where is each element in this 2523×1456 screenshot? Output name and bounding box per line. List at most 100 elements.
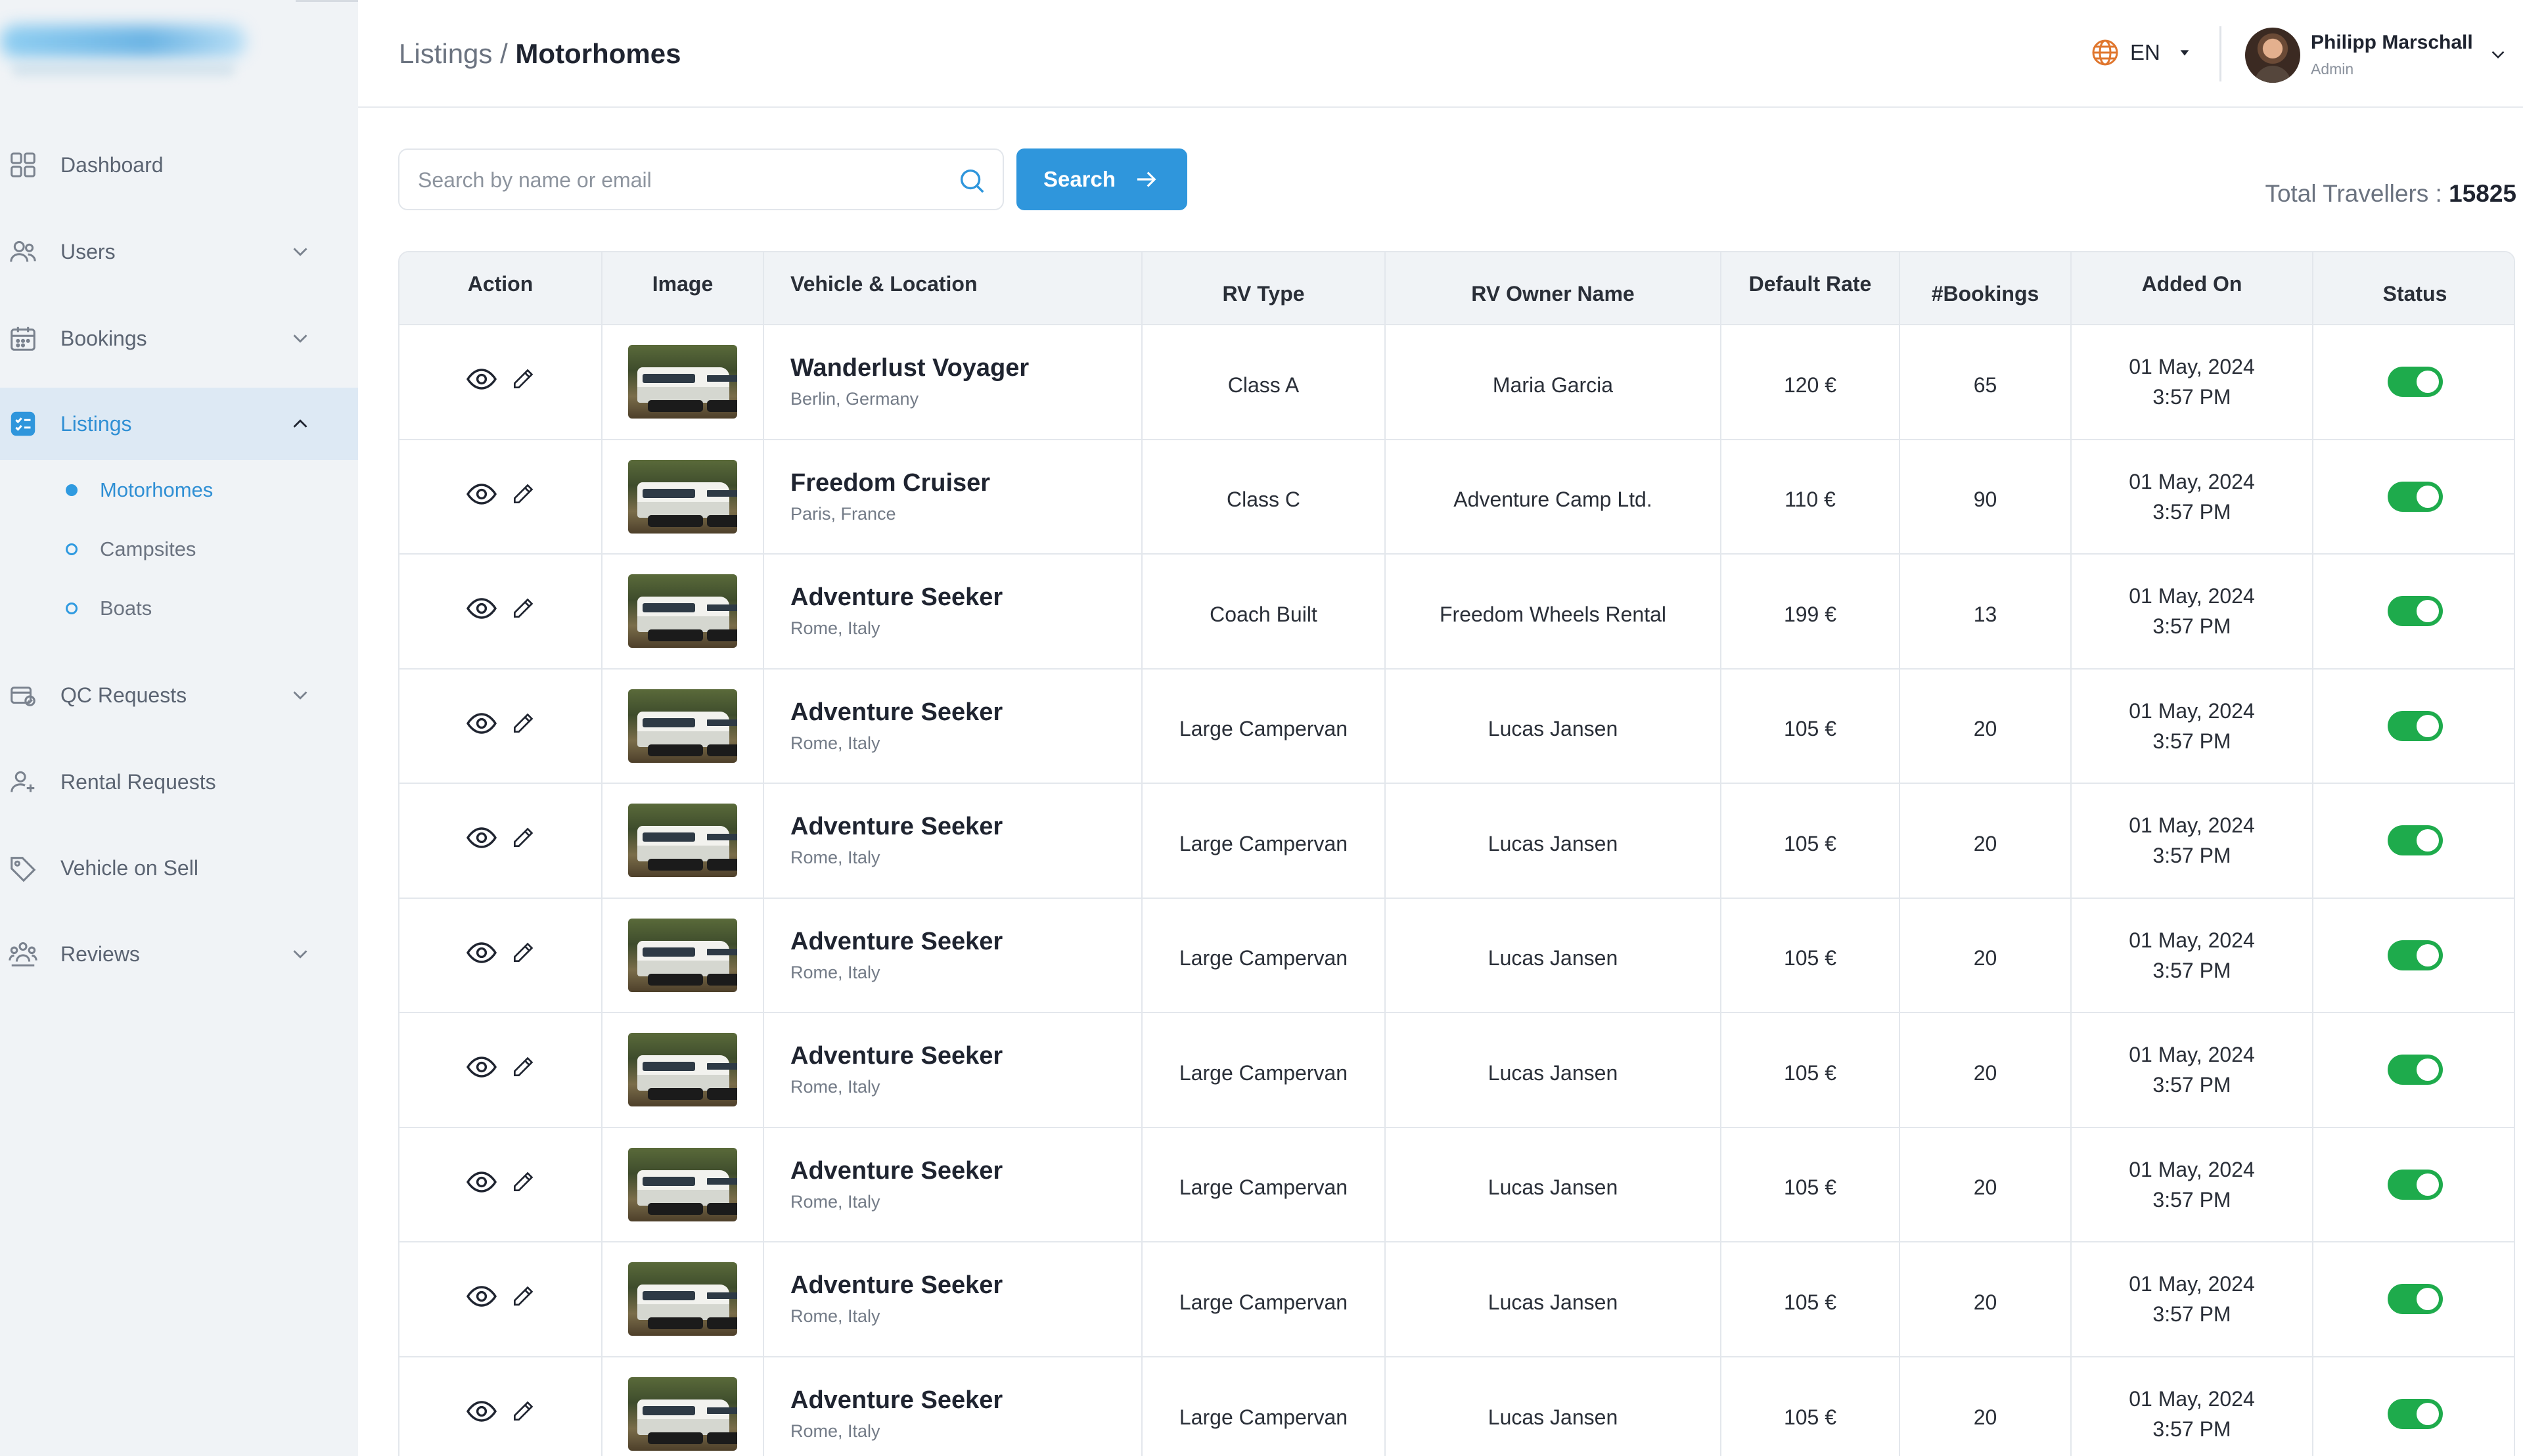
edit-icon[interactable] (511, 1399, 535, 1424)
image-cell (602, 324, 764, 440)
edit-icon[interactable] (511, 367, 535, 392)
chevron-down-icon[interactable] (288, 942, 313, 967)
chevron-down-icon[interactable] (288, 239, 313, 264)
vehicle-name[interactable]: Adventure Seeker (790, 813, 1141, 841)
view-icon[interactable] (466, 478, 497, 510)
chevron-up-icon[interactable] (288, 411, 313, 436)
view-icon[interactable] (466, 822, 497, 853)
vehicle-thumbnail[interactable] (628, 1033, 737, 1107)
vehicle-location-cell: Adventure Seeker Rome, Italy (763, 1126, 1143, 1242)
vehicle-name[interactable]: Adventure Seeker (790, 1042, 1141, 1070)
chevron-down-icon[interactable] (288, 326, 313, 351)
image-cell (602, 1355, 764, 1456)
status-toggle[interactable] (2387, 1169, 2443, 1200)
top-header: Listings / Motorhomes EN Philipp Marscha… (358, 0, 2523, 108)
added-on-cell: 01 May, 2024 3:57 PM (2071, 1012, 2313, 1127)
vehicle-name[interactable]: Adventure Seeker (790, 698, 1141, 727)
vehicle-name[interactable]: Wanderlust Voyager (790, 354, 1141, 382)
sidebar-subitem-boats[interactable]: Boats (66, 589, 152, 628)
sidebar-item-vehicle-on-sell[interactable]: Vehicle on Sell (0, 832, 358, 904)
view-icon[interactable] (466, 1396, 497, 1427)
vehicle-thumbnail[interactable] (628, 345, 737, 419)
status-toggle[interactable] (2387, 710, 2443, 741)
view-icon[interactable] (466, 363, 497, 395)
added-on-date: 01 May, 2024 (2129, 469, 2255, 493)
added-on-date: 01 May, 2024 (2129, 584, 2255, 608)
vehicle-thumbnail[interactable] (628, 689, 737, 763)
edit-icon[interactable] (511, 1055, 535, 1080)
rv-owner-cell: Freedom Wheels Rental (1385, 553, 1721, 669)
rv-owner-cell: Maria Garcia (1385, 324, 1721, 440)
sidebar-item-reviews[interactable]: Reviews (0, 918, 358, 990)
vehicle-thumbnail[interactable] (628, 918, 737, 992)
table-row: Adventure Seeker Rome, Italy Large Campe… (399, 668, 2514, 783)
sidebar-item-dashboard[interactable]: Dashboard (0, 129, 358, 201)
image-cell (602, 1126, 764, 1242)
vehicle-name[interactable]: Freedom Cruiser (790, 469, 1141, 497)
view-icon[interactable] (466, 1281, 497, 1312)
edit-icon[interactable] (511, 1170, 535, 1194)
language-selector[interactable]: EN (2089, 37, 2192, 68)
edit-icon[interactable] (511, 596, 535, 621)
brand-logo[interactable] (0, 25, 246, 58)
view-icon[interactable] (466, 1166, 497, 1198)
sidebar-item-qc-requests[interactable]: QC Requests (0, 659, 358, 731)
status-toggle[interactable] (2387, 481, 2443, 512)
default-rate-cell: 105 € (1721, 1012, 1900, 1127)
vehicle-thumbnail[interactable] (628, 1377, 737, 1451)
sidebar-item-rental-requests[interactable]: Rental Requests (0, 746, 358, 818)
vehicle-thumbnail[interactable] (628, 459, 737, 534)
sidebar-item-listings[interactable]: Listings (0, 388, 358, 460)
sidebar-subitem-motorhomes[interactable]: Motorhomes (66, 470, 213, 510)
search-input[interactable] (418, 163, 930, 197)
sidebar-subitem-campsites[interactable]: Campsites (66, 530, 196, 569)
status-toggle[interactable] (2387, 596, 2443, 627)
column-header-rv-type: RV Type (1142, 252, 1386, 325)
sidebar-item-users[interactable]: Users (0, 216, 358, 288)
status-cell (2313, 324, 2514, 440)
vehicle-name[interactable]: Adventure Seeker (790, 928, 1141, 956)
vehicle-thumbnail[interactable] (628, 1262, 737, 1336)
sidebar-item-bookings[interactable]: Bookings (0, 302, 358, 375)
sidebar-item-label: Vehicle on Sell (60, 855, 198, 880)
chevron-down-icon[interactable] (2487, 43, 2509, 66)
status-toggle[interactable] (2387, 940, 2443, 970)
view-icon[interactable] (466, 1051, 497, 1083)
vehicle-name[interactable]: Adventure Seeker (790, 583, 1141, 612)
status-toggle[interactable] (2387, 367, 2443, 398)
status-toggle[interactable] (2387, 825, 2443, 856)
bookings-cell: 20 (1899, 668, 2072, 783)
user-name[interactable]: Philipp Marschall (2311, 32, 2473, 54)
vehicle-thumbnail[interactable] (628, 574, 737, 648)
edit-icon[interactable] (511, 1284, 535, 1309)
view-icon[interactable] (466, 937, 497, 968)
rv-type-cell: Large Campervan (1142, 1241, 1386, 1357)
edit-icon[interactable] (511, 482, 535, 507)
status-toggle[interactable] (2387, 1055, 2443, 1085)
chevron-down-icon[interactable] (288, 683, 313, 708)
breadcrumb-parent[interactable]: Listings (399, 38, 492, 69)
view-icon[interactable] (466, 593, 497, 624)
view-icon[interactable] (466, 708, 497, 739)
edit-icon[interactable] (511, 940, 535, 965)
vehicle-thumbnail[interactable] (628, 804, 737, 878)
status-toggle[interactable] (2387, 1399, 2443, 1430)
rv-owner-cell: Adventure Camp Ltd. (1385, 438, 1721, 554)
vehicle-location: Rome, Italy (790, 848, 880, 868)
vehicle-name[interactable]: Adventure Seeker (790, 1271, 1141, 1300)
avatar[interactable] (2245, 28, 2300, 83)
status-toggle[interactable] (2387, 1284, 2443, 1315)
vehicle-name[interactable]: Adventure Seeker (790, 1386, 1141, 1415)
search-button[interactable]: Search (1016, 148, 1187, 210)
vehicle-location-cell: Adventure Seeker Rome, Italy (763, 1355, 1143, 1456)
action-cell (399, 1012, 602, 1127)
vehicle-thumbnail[interactable] (628, 1147, 737, 1221)
added-on-date: 01 May, 2024 (2129, 1272, 2255, 1296)
added-on-date: 01 May, 2024 (2129, 928, 2255, 952)
added-on-cell: 01 May, 2024 3:57 PM (2071, 438, 2313, 554)
search-icon[interactable] (957, 166, 987, 196)
edit-icon[interactable] (511, 711, 535, 736)
sidebar-item-label: Reviews (60, 942, 140, 966)
vehicle-name[interactable]: Adventure Seeker (790, 1157, 1141, 1185)
edit-icon[interactable] (511, 825, 535, 850)
